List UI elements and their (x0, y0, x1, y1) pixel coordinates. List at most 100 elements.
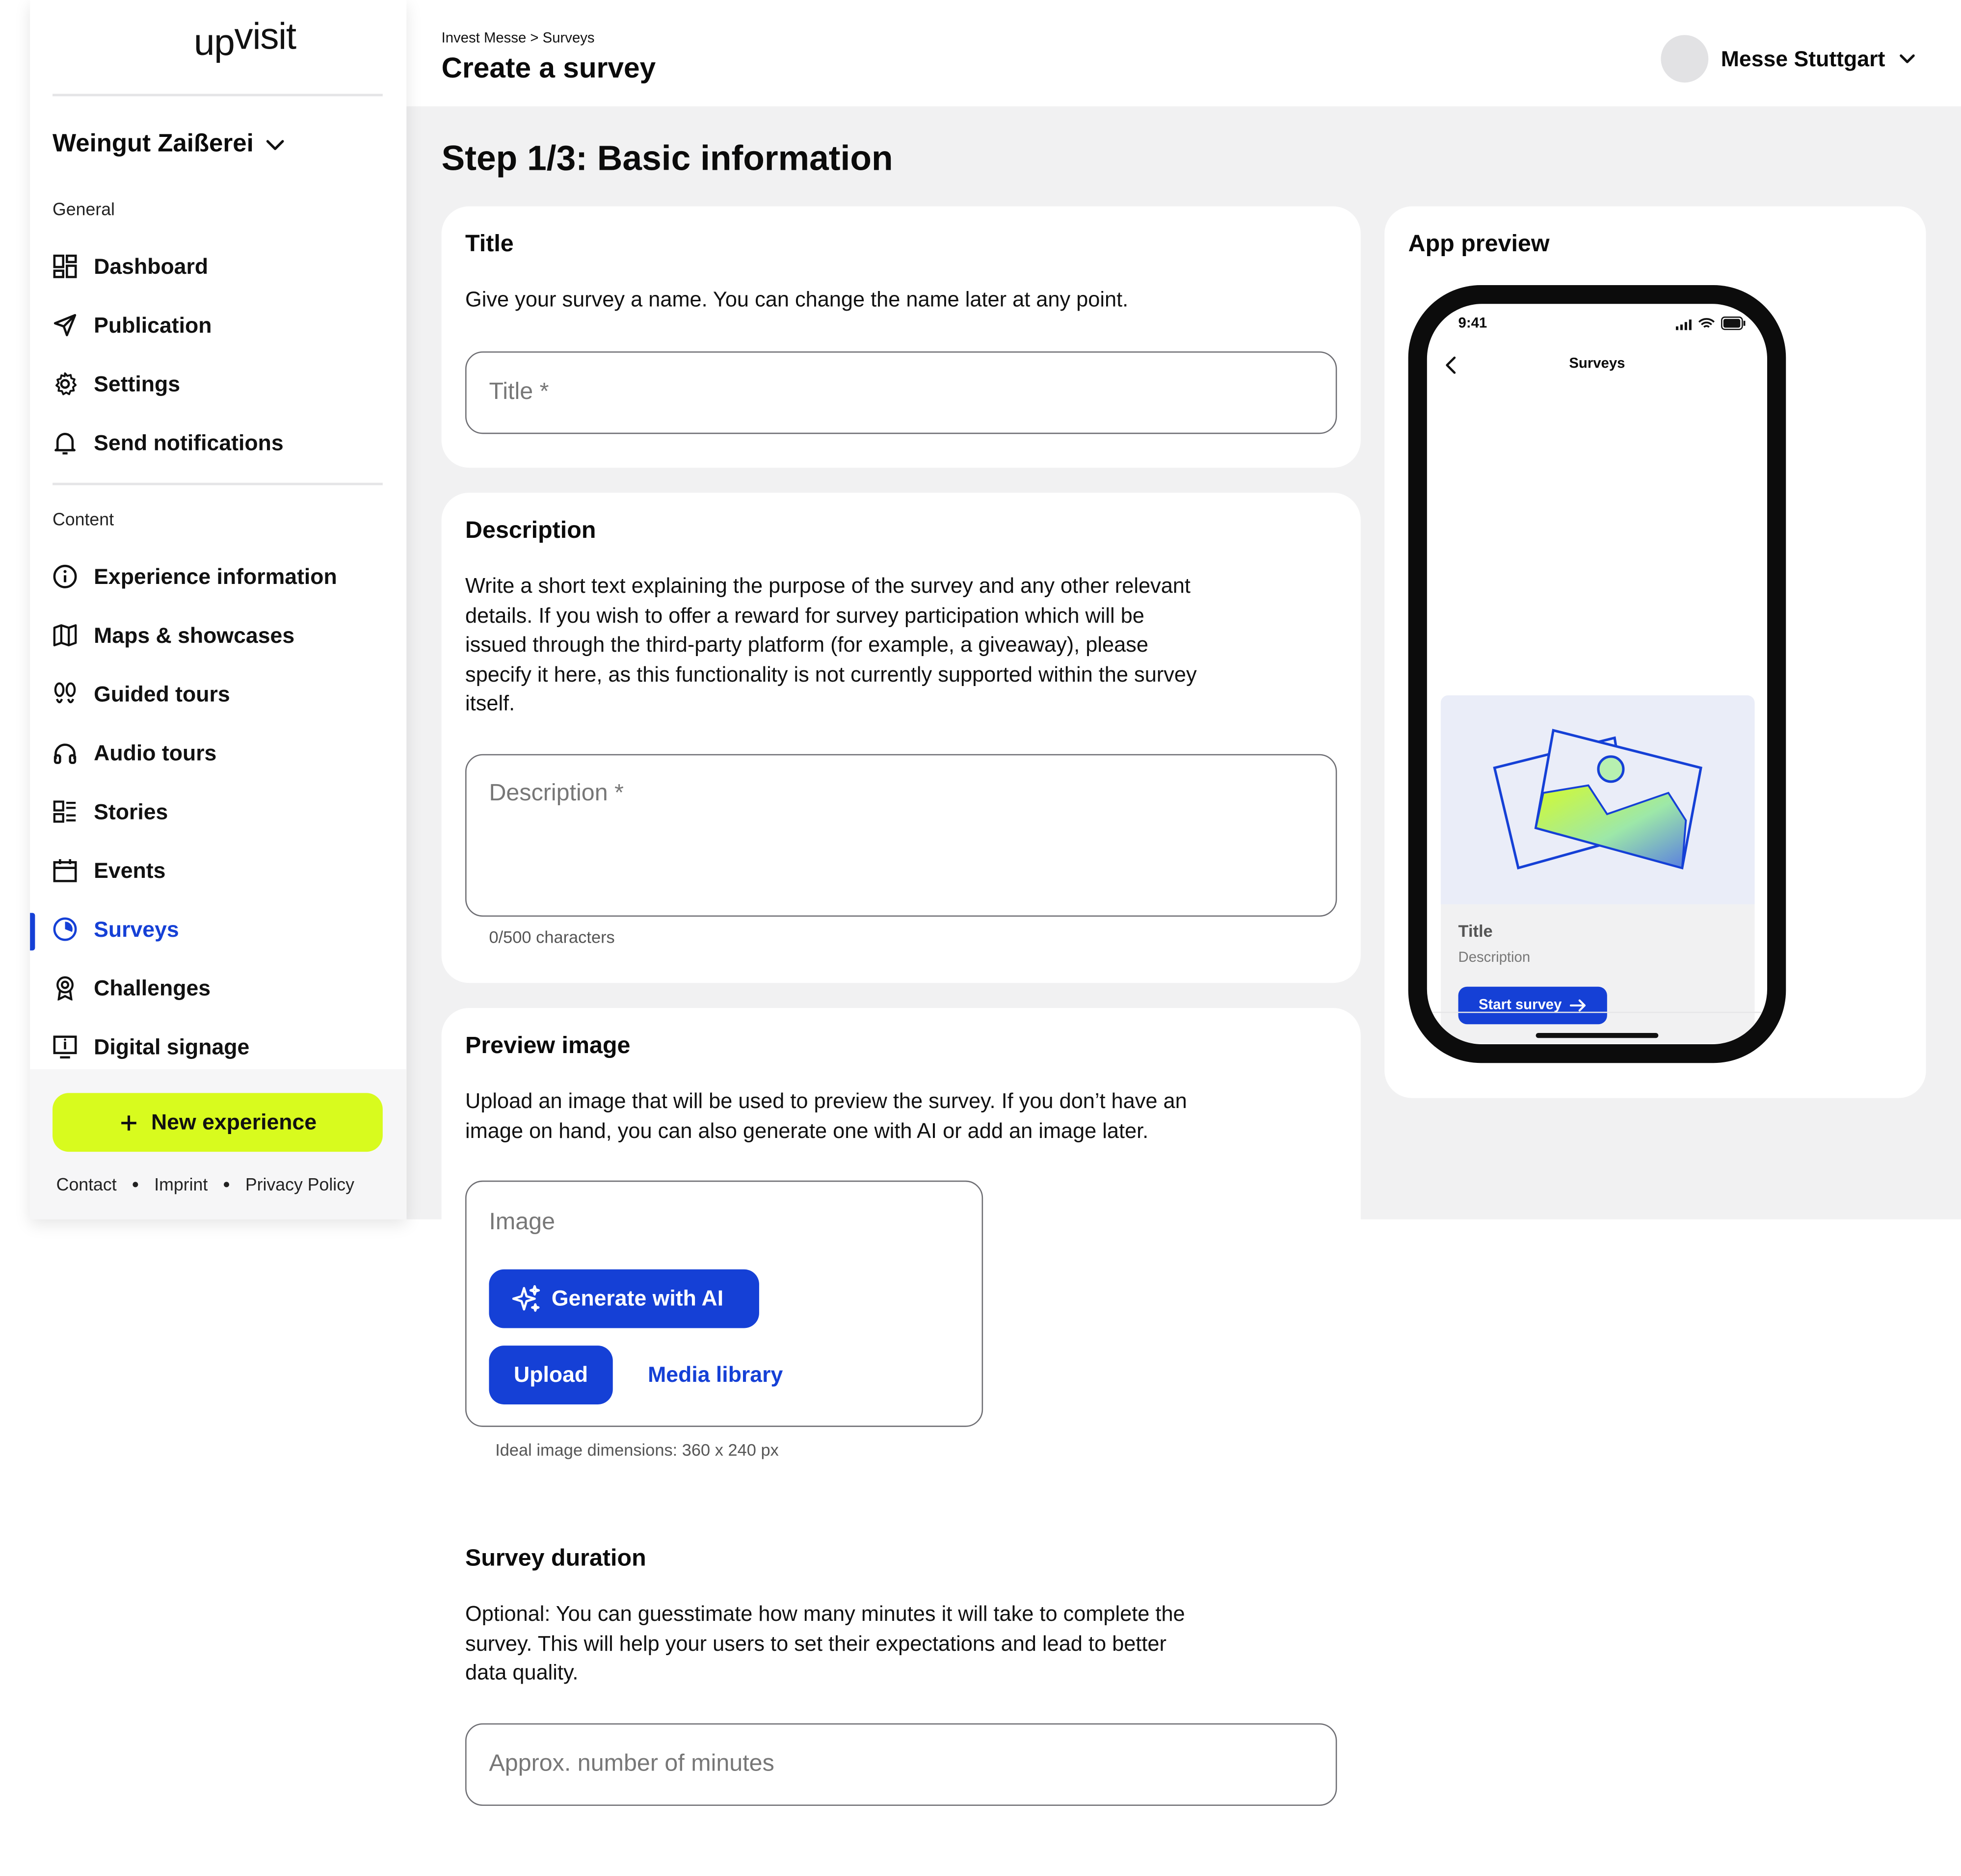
preview-card-title: Title (1458, 922, 1493, 941)
sidebar-footer: New experience Contact ● Imprint ● Priva… (30, 1069, 407, 1219)
text-line: itself. (465, 691, 515, 715)
avatar (1661, 35, 1709, 83)
sidebar-item-label: Surveys (94, 916, 179, 941)
sidebar: upvisit Weingut Zaißerei General Dashboa… (30, 0, 407, 1219)
text-line: survey. This will help your users to set… (465, 1631, 1166, 1655)
arrow-right-icon (1569, 999, 1586, 1012)
title-help-text: Give your survey a name. You can change … (465, 288, 1129, 312)
sidebar-item-audio-tours[interactable]: Audio tours (53, 736, 216, 770)
image-placeholder-icon (1493, 729, 1702, 870)
separator-dot: ● (132, 1177, 139, 1191)
dashboard-icon (53, 254, 78, 279)
gear-icon (53, 371, 78, 396)
image-upload-box: Image Generate with AI Upload Media libr… (465, 1180, 983, 1427)
sidebar-item-label: Challenges (94, 975, 211, 1000)
sidebar-item-send-notifications[interactable]: Send notifications (53, 425, 284, 460)
image-box-label: Image (489, 1209, 556, 1236)
survey-duration-heading: Survey duration (465, 1545, 646, 1572)
title-input[interactable] (465, 351, 1337, 434)
sidebar-item-label: Digital signage (94, 1033, 250, 1059)
upvisit-logo[interactable]: upvisit (194, 16, 296, 65)
sidebar-item-events[interactable]: Events (53, 853, 165, 888)
text-line: Upload an image that will be used to pre… (465, 1089, 1187, 1113)
description-heading: Description (465, 518, 596, 544)
preview-image-help-text: Upload an image that will be used to pre… (465, 1087, 1187, 1146)
sidebar-item-label: Stories (94, 798, 168, 824)
status-time: 9:41 (1458, 316, 1487, 332)
imprint-link[interactable]: Imprint (154, 1174, 208, 1194)
generate-with-ai-button[interactable]: Generate with AI (489, 1269, 759, 1328)
start-survey-label: Start survey (1478, 998, 1562, 1013)
title-heading: Title (465, 231, 514, 258)
sidebar-item-label: Maps & showcases (94, 622, 295, 647)
sidebar-item-label: Guided tours (94, 681, 230, 706)
content-section-label: Content (53, 509, 114, 529)
app-preview-card: App preview 9:41 Surveys Title Descripti… (1384, 206, 1926, 1098)
character-counter: 0/500 characters (489, 927, 615, 947)
upload-button[interactable]: Upload (489, 1346, 613, 1404)
sidebar-item-publication[interactable]: Publication (53, 308, 212, 343)
sidebar-item-label: Dashboard (94, 253, 209, 279)
sidebar-item-label: Audio tours (94, 740, 217, 765)
award-icon (53, 976, 78, 1001)
footprints-icon (53, 682, 78, 707)
app-preview-heading: App preview (1408, 231, 1550, 258)
sidebar-item-stories[interactable]: Stories (53, 794, 168, 829)
preview-image-placeholder (1440, 695, 1755, 904)
organization-name: Weingut Zaißerei (53, 130, 254, 158)
wifi-icon (1698, 318, 1715, 328)
description-textarea[interactable] (465, 754, 1337, 917)
info-icon (53, 564, 78, 589)
sparkle-icon (512, 1284, 540, 1311)
description-help-text: Write a short text explaining the purpos… (465, 572, 1197, 718)
plus-icon (121, 1114, 136, 1130)
sidebar-item-guided-tours[interactable]: Guided tours (53, 677, 230, 712)
start-survey-button[interactable]: Start survey (1458, 986, 1607, 1025)
sidebar-item-label: Events (94, 857, 166, 882)
calendar-icon (53, 858, 78, 883)
sidebar-item-digital-signage[interactable]: Digital signage (53, 1029, 249, 1064)
survey-preview-card: Title Description Start survey (1440, 695, 1755, 1043)
page-title: Create a survey (441, 51, 656, 84)
logo-up: up (194, 22, 235, 64)
phone-frame: 9:41 Surveys Title Description Start sur… (1408, 285, 1786, 1063)
organization-switcher[interactable]: Weingut Zaißerei (53, 130, 286, 159)
preview-card-description: Description (1458, 950, 1531, 966)
chevron-down-icon (1900, 54, 1915, 63)
image-dimensions-hint: Ideal image dimensions: 360 x 240 px (495, 1440, 779, 1460)
tab-bar-divider (1427, 1011, 1768, 1013)
divider (53, 94, 383, 97)
headphones-icon (53, 740, 78, 766)
sidebar-item-dashboard[interactable]: Dashboard (53, 249, 208, 284)
phone-screen-title: Surveys (1569, 356, 1625, 371)
media-library-link[interactable]: Media library (648, 1362, 783, 1388)
survey-duration-help-text: Optional: You can guesstimate how many m… (465, 1600, 1185, 1688)
sidebar-item-experience-information[interactable]: Experience information (53, 559, 337, 594)
contact-link[interactable]: Contact (56, 1174, 117, 1194)
new-experience-button[interactable]: New experience (53, 1093, 383, 1152)
footer-links: Contact ● Imprint ● Privacy Policy (56, 1174, 354, 1194)
sidebar-item-settings[interactable]: Settings (53, 367, 180, 401)
sidebar-item-label: Send notifications (94, 429, 284, 455)
text-line: issued through the third-party platform … (465, 633, 1148, 657)
duration-minutes-input[interactable] (465, 1723, 1337, 1806)
signage-icon (53, 1034, 78, 1059)
sidebar-item-maps[interactable]: Maps & showcases (53, 618, 294, 653)
user-menu[interactable]: Messe Stuttgart (1661, 35, 1917, 83)
general-section-label: General (53, 199, 115, 219)
sidebar-item-label: Publication (94, 312, 212, 337)
step-title: Step 1/3: Basic information (441, 138, 893, 178)
sidebar-item-label: Experience information (94, 563, 337, 589)
battery-icon (1721, 317, 1746, 330)
breadcrumb[interactable]: Invest Messe > Surveys (442, 31, 595, 47)
sidebar-item-challenges[interactable]: Challenges (53, 971, 211, 1005)
new-experience-label: New experience (151, 1109, 317, 1135)
home-indicator (1536, 1033, 1659, 1038)
text-line: Write a short text explaining the purpos… (465, 574, 1191, 598)
privacy-policy-link[interactable]: Privacy Policy (245, 1174, 354, 1194)
chevron-down-icon (266, 139, 284, 150)
signal-icon (1675, 319, 1692, 330)
sidebar-item-surveys[interactable]: Surveys (53, 912, 179, 947)
phone-screen: 9:41 Surveys Title Description Start sur… (1427, 304, 1768, 1044)
pie-icon (53, 917, 78, 942)
